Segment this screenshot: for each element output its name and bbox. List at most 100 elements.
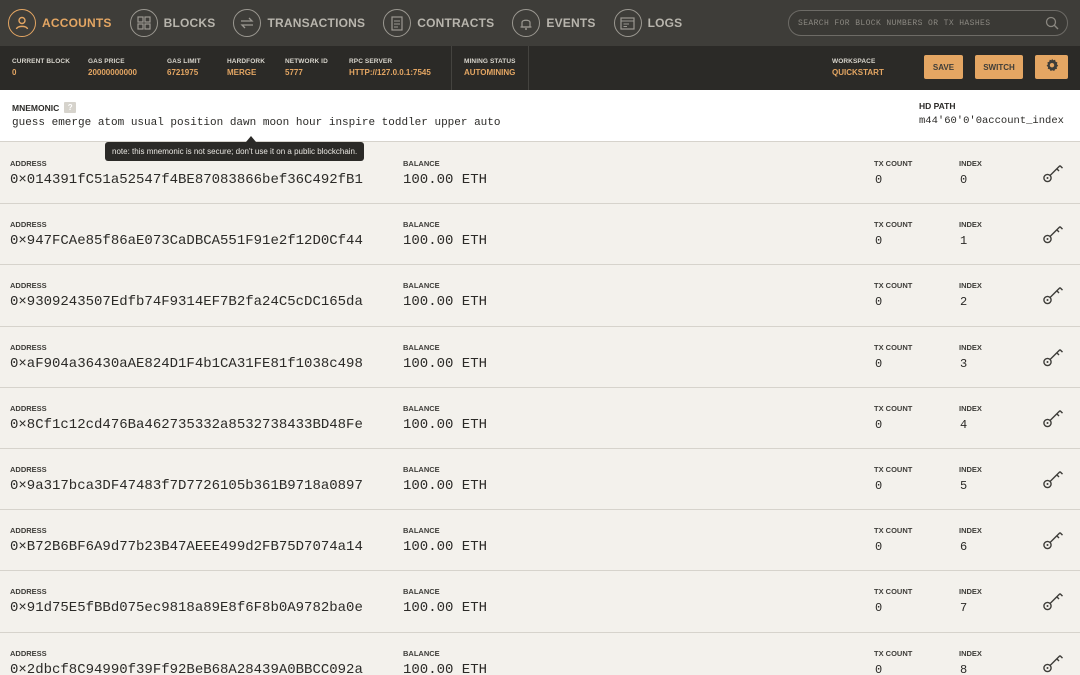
account-balance: 100.00 ETH bbox=[403, 477, 488, 494]
address-label: ADDRESS bbox=[10, 648, 47, 658]
balance-label: BALANCE bbox=[403, 526, 440, 536]
stat-gas-price-label: GAS PRICE bbox=[88, 58, 125, 65]
tx-count-label: TX COUNT bbox=[874, 159, 913, 168]
account-index: 6 bbox=[960, 540, 968, 555]
contracts-icon bbox=[383, 9, 412, 37]
stat-rpc-server: RPC SERVER HTTP://127.0.0.1:7545 bbox=[337, 46, 452, 90]
stat-mining-status-label: MINING STATUS bbox=[464, 58, 516, 65]
mnemonic-title: MNEMONIC ? bbox=[12, 102, 77, 113]
account-address: 0×9309243507Edfb74F9314EF7B2fa24C5cDC165… bbox=[10, 294, 363, 311]
nav-contracts[interactable]: CONTRACTS bbox=[383, 0, 494, 46]
account-row: ADDRESS 0×B72B6BF6A9d77b23B47AEEE499d2FB… bbox=[0, 510, 1080, 572]
index-label: INDEX bbox=[959, 342, 982, 352]
account-row: ADDRESS 0×8Cf1c12cd476Ba462735332a853273… bbox=[0, 387, 1080, 449]
address-label: ADDRESS bbox=[10, 403, 47, 413]
address-label: ADDRESS bbox=[10, 587, 47, 597]
stat-hardfork-label: HARDFORK bbox=[227, 58, 265, 65]
account-tx-count: 0 bbox=[875, 540, 883, 555]
key-icon[interactable] bbox=[1041, 222, 1065, 246]
tx-count-label: TX COUNT bbox=[874, 648, 913, 658]
key-icon[interactable] bbox=[1041, 161, 1065, 185]
account-balance: 100.00 ETH bbox=[403, 661, 488, 675]
nav-logs[interactable]: LOGS bbox=[613, 0, 683, 46]
stat-current-block: CURRENT BLOCK 0 bbox=[0, 46, 76, 90]
balance-label: BALANCE bbox=[403, 220, 440, 230]
index-label: INDEX bbox=[959, 526, 982, 536]
nav-transactions[interactable]: TRANSACTIONS bbox=[233, 0, 365, 46]
nav-contracts-label: CONTRACTS bbox=[417, 16, 495, 30]
search-icon[interactable] bbox=[1045, 16, 1059, 30]
key-icon[interactable] bbox=[1041, 406, 1065, 430]
nav-blocks[interactable]: BLOCKS bbox=[129, 0, 216, 46]
help-icon[interactable]: ? bbox=[64, 102, 77, 113]
tx-count-label: TX COUNT bbox=[874, 526, 913, 536]
index-label: INDEX bbox=[959, 220, 982, 230]
balance-label: BALANCE bbox=[403, 648, 440, 658]
account-balance: 100.00 ETH bbox=[403, 294, 488, 311]
hd-path-label: HD PATH bbox=[919, 101, 956, 111]
account-address: 0×2dbcf8C94990f39Ff92BeB68A28439A0BBCC09… bbox=[10, 661, 363, 675]
key-icon[interactable] bbox=[1041, 283, 1065, 307]
logs-icon bbox=[613, 9, 642, 37]
account-address: 0×B72B6BF6A9d77b23B47AEEE499d2FB75D7074a… bbox=[10, 539, 363, 556]
address-label: ADDRESS bbox=[10, 159, 47, 168]
account-index: 7 bbox=[960, 601, 968, 616]
balance-label: BALANCE bbox=[403, 403, 440, 413]
account-row: ADDRESS 0×91d75E5fBBd075ec9818a89E8f6F8b… bbox=[0, 571, 1080, 633]
hd-path-value: m44'60'0'0account_index bbox=[919, 115, 1064, 127]
tx-count-label: TX COUNT bbox=[874, 220, 913, 230]
key-icon[interactable] bbox=[1041, 589, 1065, 613]
account-address: 0×91d75E5fBBd075ec9818a89E8f6F8b0A9782ba… bbox=[10, 600, 363, 617]
stat-gas-price: GAS PRICE 20000000000 bbox=[76, 46, 155, 90]
stat-current-block-value: 0 bbox=[12, 68, 17, 77]
nav-logs-label: LOGS bbox=[647, 16, 683, 30]
search-box bbox=[788, 10, 1068, 36]
account-balance: 100.00 ETH bbox=[403, 416, 488, 433]
status-bar: CURRENT BLOCK 0 GAS PRICE 20000000000 GA… bbox=[0, 46, 1080, 90]
tx-count-label: TX COUNT bbox=[874, 464, 913, 474]
account-tx-count: 0 bbox=[875, 295, 883, 310]
search-input[interactable] bbox=[798, 18, 1038, 28]
events-icon bbox=[512, 9, 541, 37]
nav-transactions-label: TRANSACTIONS bbox=[267, 16, 366, 30]
tx-count-label: TX COUNT bbox=[874, 342, 913, 352]
nav-events[interactable]: EVENTS bbox=[512, 0, 595, 46]
index-label: INDEX bbox=[959, 403, 982, 413]
key-icon[interactable] bbox=[1041, 528, 1065, 552]
stat-current-block-label: CURRENT BLOCK bbox=[12, 58, 70, 65]
nav-accounts-label: ACCOUNTS bbox=[42, 16, 112, 30]
key-icon[interactable] bbox=[1041, 345, 1065, 369]
account-index: 8 bbox=[960, 662, 968, 675]
key-icon[interactable] bbox=[1041, 467, 1065, 491]
mnemonic-tooltip: note: this mnemonic is not secure; don't… bbox=[105, 142, 365, 161]
account-balance: 100.00 ETH bbox=[403, 233, 488, 250]
save-button[interactable]: SAVE bbox=[924, 55, 963, 79]
index-label: INDEX bbox=[959, 281, 982, 291]
account-balance: 100.00 ETH bbox=[403, 355, 488, 372]
account-index: 0 bbox=[960, 173, 968, 187]
stat-network-id-value: 5777 bbox=[285, 68, 303, 77]
nav-accounts[interactable]: ACCOUNTS bbox=[8, 0, 112, 46]
account-tx-count: 0 bbox=[875, 173, 883, 187]
account-tx-count: 0 bbox=[875, 478, 883, 493]
stat-hardfork: HARDFORK MERGE bbox=[215, 46, 273, 90]
top-nav: ACCOUNTS BLOCKS TRANSACTIONS CONTRACTS E… bbox=[0, 0, 1080, 46]
account-address: 0×947FCAe85f86aE073CaDBCA551F91e2f12D0Cf… bbox=[10, 233, 363, 250]
account-tx-count: 0 bbox=[875, 234, 883, 249]
account-index: 5 bbox=[960, 478, 968, 493]
stat-hardfork-value: MERGE bbox=[227, 68, 257, 77]
tx-count-label: TX COUNT bbox=[874, 587, 913, 597]
accounts-list: ADDRESS 0×014391fC51a52547f4BE87083866be… bbox=[0, 143, 1080, 675]
stat-gas-price-value: 20000000000 bbox=[88, 68, 137, 77]
account-tx-count: 0 bbox=[875, 417, 883, 432]
settings-button[interactable] bbox=[1035, 55, 1068, 79]
stat-workspace-label: WORKSPACE bbox=[832, 58, 876, 65]
account-index: 3 bbox=[960, 356, 968, 371]
stat-network-id-label: NETWORK ID bbox=[285, 58, 328, 65]
account-address: 0×aF904a36430aAE824D1F4b1CA31FE81f1038c4… bbox=[10, 355, 363, 372]
stat-mining-status: MINING STATUS AUTOMINING bbox=[452, 46, 529, 90]
key-icon[interactable] bbox=[1041, 651, 1065, 675]
mnemonic-label: MNEMONIC bbox=[12, 102, 60, 113]
switch-button[interactable]: SWITCH bbox=[975, 55, 1023, 79]
account-tx-count: 0 bbox=[875, 662, 883, 675]
